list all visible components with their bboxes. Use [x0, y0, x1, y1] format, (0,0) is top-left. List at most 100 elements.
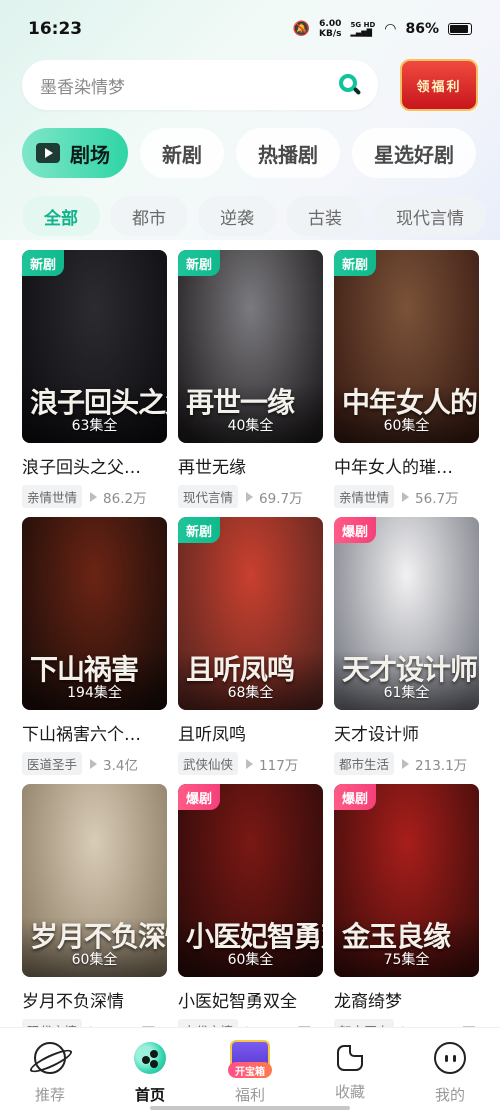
genre-comeback[interactable]: 逆袭 [198, 196, 276, 236]
home-icon [134, 1042, 166, 1074]
drama-title[interactable]: 浪子回头之父… [22, 453, 167, 478]
drama-badge: 新剧 [22, 250, 65, 276]
tab-label: 新剧 [162, 142, 202, 167]
genre-chip: 现代言情 [178, 485, 239, 508]
episode-count: 68集全 [227, 685, 274, 701]
signal-5g: 5G [350, 21, 362, 29]
episode-count: 63集全 [71, 418, 118, 434]
genre-urban[interactable]: 都市 [110, 196, 188, 236]
treasure-chest-icon: 开宝箱 [228, 1040, 272, 1078]
drama-poster[interactable]: 新剧 再世一缘 40集全 [178, 250, 323, 443]
drama-meta: 现代言情 69.7万 [178, 485, 323, 508]
view-count: 69.7万 [259, 490, 303, 507]
drama-meta: 医道圣手 3.4亿 [22, 752, 167, 775]
genre-chip: 武侠仙侠 [178, 752, 239, 775]
signal-hd: HD [363, 21, 376, 29]
view-count: 56.7万 [415, 490, 459, 507]
genre-chip: 医道圣手 [22, 752, 83, 775]
wifi-icon: ◠ [384, 21, 397, 37]
genre-chip: 都市生活 [334, 752, 395, 775]
drama-poster[interactable]: 新剧 且听凤鸣 68集全 [178, 517, 323, 710]
welfare-promo-text: 领福利 [416, 79, 462, 95]
drama-poster[interactable]: 爆剧 金玉良缘 75集全 [334, 784, 479, 977]
view-count: 213.1万 [415, 757, 468, 774]
net-speed-unit: KB/s [319, 29, 342, 39]
planet-icon [34, 1042, 66, 1074]
drama-card[interactable]: 爆剧 金玉良缘 75集全 龙裔绮梦 架空历史 2357.7万 [334, 784, 479, 1051]
nav-welfare[interactable]: 开宝箱 福利 [210, 1040, 290, 1105]
drama-card[interactable]: 爆剧 小医妃智勇双全 60集全 小医妃智勇双全 古代言情 130.8万 [178, 784, 323, 1051]
search-input[interactable]: 墨香染情梦 [22, 60, 378, 110]
drama-title[interactable]: 岁月不负深情 [22, 987, 167, 1012]
episode-count: 75集全 [383, 952, 430, 968]
nav-label: 福利 [234, 1086, 265, 1104]
genre-all[interactable]: 全部 [22, 196, 100, 236]
drama-card[interactable]: 新剧 再世一缘 40集全 再世无缘 现代言情 69.7万 [178, 250, 323, 517]
view-count: 3.4亿 [103, 757, 138, 774]
genre-modern-romance[interactable]: 现代言情 [374, 196, 486, 236]
drama-title[interactable]: 中年女人的璀… [334, 453, 479, 478]
play-count-icon [402, 491, 410, 502]
nav-favorites[interactable]: 收藏 [310, 1042, 390, 1102]
episode-count: 40集全 [227, 418, 274, 434]
battery-percent: 86% [405, 21, 439, 37]
nav-home[interactable]: 首页 [110, 1042, 190, 1105]
status-icons: 🔕 6.00 KB/s 5G HD ▂▄▆█ ◠ 86% [293, 19, 472, 39]
drama-poster[interactable]: 新剧 中年女人的 60集全 [334, 250, 479, 443]
drama-poster[interactable]: 岁月不负深情 60集全 [22, 784, 167, 977]
drama-meta: 亲情世情 86.2万 [22, 485, 167, 508]
drama-poster[interactable]: 爆剧 小医妃智勇双全 60集全 [178, 784, 323, 977]
drama-title[interactable]: 且听凤鸣 [178, 720, 323, 745]
drama-card[interactable]: 新剧 浪子回头之父 63集全 浪子回头之父… 亲情世情 86.2万 [22, 250, 167, 517]
episode-count: 60集全 [383, 418, 430, 434]
genre-filters: 全部 都市 逆袭 古装 现代言情 [0, 196, 500, 236]
play-count-icon [90, 758, 98, 769]
tab-label: 剧场 [70, 142, 110, 167]
tab-new-dramas[interactable]: 新剧 [140, 128, 224, 178]
drama-card[interactable]: 新剧 中年女人的 60集全 中年女人的璀… 亲情世情 56.7万 [334, 250, 479, 517]
drama-title[interactable]: 天才设计师 [334, 720, 479, 745]
status-bar: 16:23 🔕 6.00 KB/s 5G HD ▂▄▆█ ◠ 86% [0, 0, 500, 58]
mute-icon: 🔕 [292, 21, 311, 37]
episode-count: 60集全 [71, 952, 118, 968]
profile-icon [434, 1042, 466, 1074]
drama-card[interactable]: 爆剧 天才设计师 61集全 天才设计师 都市生活 213.1万 [334, 517, 479, 784]
signal-icon: 5G HD ▂▄▆█ [350, 21, 376, 37]
genre-costume[interactable]: 古装 [286, 196, 364, 236]
tab-theater[interactable]: 剧场 [22, 128, 128, 178]
drama-badge: 爆剧 [334, 784, 377, 810]
tab-label: 热播剧 [258, 142, 318, 167]
episode-count: 194集全 [67, 685, 122, 701]
drama-meta: 亲情世情 56.7万 [334, 485, 479, 508]
nav-recommend[interactable]: 推荐 [10, 1042, 90, 1105]
search-icon[interactable] [338, 73, 362, 97]
drama-badge: 爆剧 [178, 784, 221, 810]
home-indicator [150, 1106, 350, 1110]
welfare-promo-button[interactable]: 领福利 [400, 59, 478, 111]
view-count: 86.2万 [103, 490, 147, 507]
episode-count: 61集全 [383, 685, 430, 701]
drama-title[interactable]: 小医妃智勇双全 [178, 987, 323, 1012]
network-speed: 6.00 KB/s [319, 19, 341, 39]
tab-featured[interactable]: 星选好剧 [352, 128, 476, 178]
nav-profile[interactable]: 我的 [410, 1042, 490, 1105]
genre-chip: 亲情世情 [334, 485, 395, 508]
drama-poster[interactable]: 新剧 浪子回头之父 63集全 [22, 250, 167, 443]
drama-badge: 爆剧 [334, 517, 377, 543]
open-chest-badge: 开宝箱 [228, 1062, 272, 1078]
drama-poster[interactable]: 爆剧 天才设计师 61集全 [334, 517, 479, 710]
drama-card[interactable]: 新剧 且听凤鸣 68集全 且听凤鸣 武侠仙侠 117万 [178, 517, 323, 784]
drama-card[interactable]: 下山祸害 194集全 下山祸害六个… 医道圣手 3.4亿 [22, 517, 167, 784]
nav-label: 我的 [434, 1086, 465, 1104]
drama-title[interactable]: 龙裔绮梦 [334, 987, 479, 1012]
search-row: 墨香染情梦 领福利 [0, 58, 500, 112]
tab-trending[interactable]: 热播剧 [236, 128, 340, 178]
play-count-icon [402, 758, 410, 769]
drama-card[interactable]: 岁月不负深情 60集全 岁月不负深情 现代言情 106.2万 [22, 784, 167, 1051]
nav-label: 推荐 [34, 1086, 65, 1104]
drama-title[interactable]: 再世无缘 [178, 453, 323, 478]
drama-poster[interactable]: 下山祸害 194集全 [22, 517, 167, 710]
bottom-navigation: 推荐 首页 开宝箱 福利 收藏 我的 [0, 1027, 500, 1115]
play-count-icon [246, 758, 254, 769]
drama-title[interactable]: 下山祸害六个… [22, 720, 167, 745]
